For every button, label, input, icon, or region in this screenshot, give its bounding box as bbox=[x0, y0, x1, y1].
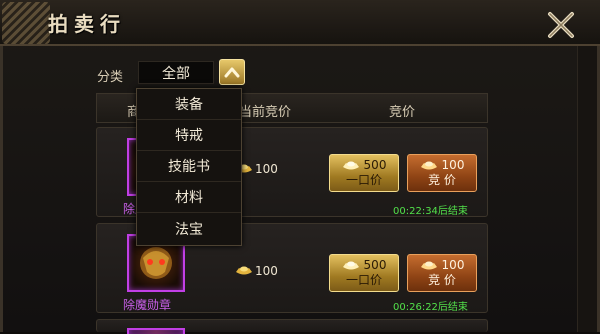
title-emblem-icon bbox=[2, 2, 50, 44]
current-bid-value: 100 bbox=[255, 264, 278, 278]
dropdown-option-special-ring[interactable]: 特戒 bbox=[137, 120, 241, 151]
gold-ingot-icon bbox=[342, 161, 359, 169]
title-bar: 拍卖行 bbox=[0, 0, 600, 46]
header-current-bid: 当前竞价 bbox=[239, 105, 292, 120]
dropdown-option-material[interactable]: 材料 bbox=[137, 182, 241, 213]
dropdown-option-treasure[interactable]: 法宝 bbox=[137, 213, 241, 244]
chevron-up-icon bbox=[224, 67, 240, 78]
gold-ingot-icon bbox=[420, 161, 437, 169]
window-title: 拍卖行 bbox=[48, 12, 126, 36]
bid-label: 竞 价 bbox=[428, 173, 456, 187]
bid-button[interactable]: 100 竞 价 bbox=[407, 254, 477, 292]
bid-label: 竞 价 bbox=[428, 273, 456, 287]
bid-price: 100 bbox=[441, 158, 465, 172]
category-toggle-button[interactable] bbox=[219, 59, 245, 85]
buyout-label: 一口价 bbox=[345, 173, 382, 187]
bid-button[interactable]: 100 竞 价 bbox=[407, 154, 477, 192]
gold-ingot-icon bbox=[236, 266, 252, 275]
scrollbar-track[interactable] bbox=[577, 46, 597, 332]
buyout-button[interactable]: 500 一口价 bbox=[329, 254, 399, 292]
gold-ingot-icon bbox=[420, 261, 437, 269]
category-dropdown: 装备 特戒 技能书 材料 法宝 bbox=[136, 88, 242, 246]
close-x-icon bbox=[548, 12, 574, 38]
bid-price: 100 bbox=[441, 258, 465, 272]
gold-ingot-icon bbox=[342, 261, 359, 269]
close-button[interactable] bbox=[546, 10, 576, 40]
current-bid: 100 bbox=[235, 264, 278, 278]
countdown-timer: 00:22:34后结束 bbox=[393, 206, 468, 217]
header-bid: 竞价 bbox=[389, 105, 416, 120]
item-name: 除魔勋章 bbox=[123, 298, 172, 312]
category-select[interactable]: 全部 bbox=[138, 61, 214, 84]
buyout-label: 一口价 bbox=[345, 273, 382, 287]
dropdown-option-skill-book[interactable]: 技能书 bbox=[137, 151, 241, 182]
countdown-timer: 00:26:22后结束 bbox=[393, 302, 468, 313]
category-label: 分类 bbox=[97, 70, 124, 85]
current-bid-value: 100 bbox=[255, 162, 278, 176]
buyout-price: 500 bbox=[363, 158, 387, 172]
item-slot[interactable] bbox=[127, 328, 185, 334]
buyout-button[interactable]: 500 一口价 bbox=[329, 154, 399, 192]
buyout-price: 500 bbox=[363, 258, 387, 272]
dropdown-option-equipment[interactable]: 装备 bbox=[137, 89, 241, 120]
table-row[interactable] bbox=[96, 319, 488, 334]
